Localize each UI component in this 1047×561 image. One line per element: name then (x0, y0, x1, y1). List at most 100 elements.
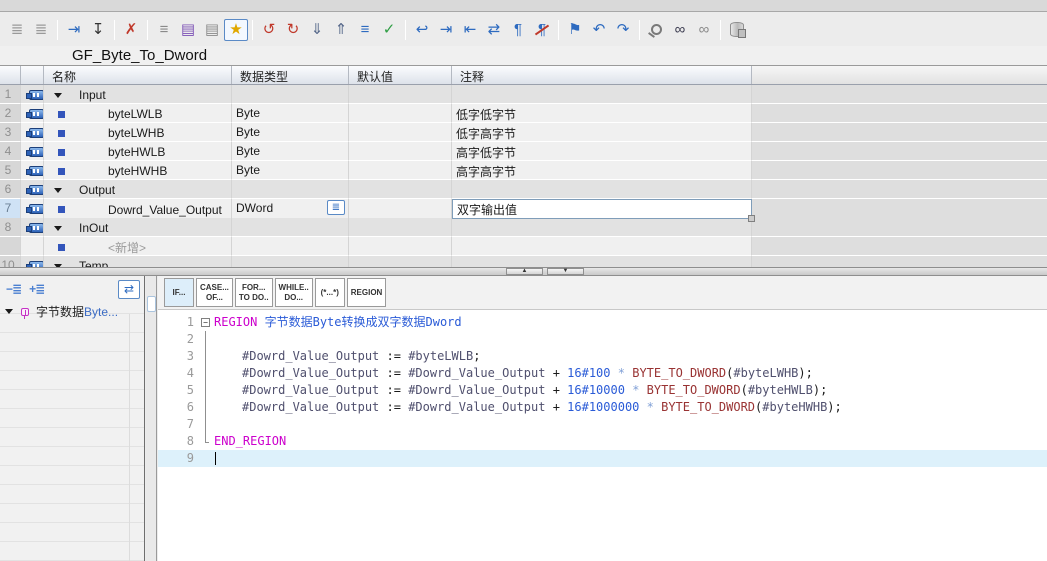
delete-icon[interactable]: ✗ (119, 19, 143, 41)
insert-row-icon[interactable]: ≣ (5, 19, 29, 41)
renumber-icon[interactable]: ⇄ (482, 19, 506, 41)
row-number[interactable]: 1 (0, 85, 21, 104)
expand-members-icon[interactable]: ≡ (353, 19, 377, 41)
outdent-icon[interactable]: ⇤ (458, 19, 482, 41)
set-bookmark-icon[interactable]: ⚑ (563, 19, 587, 41)
previous-bookmark-icon[interactable]: ↶ (587, 19, 611, 41)
indent-icon[interactable]: ⇥ (434, 19, 458, 41)
collapse-triangle-icon[interactable] (54, 226, 62, 231)
datatype-cell[interactable]: Byte (232, 104, 349, 123)
splitter-collapse-down-button[interactable]: ▼ (547, 268, 584, 275)
tree-collapse-triangle-icon[interactable] (5, 309, 13, 314)
collapse-triangle-icon[interactable] (54, 188, 62, 193)
member-bullet-icon (58, 168, 65, 175)
code-line[interactable]: 5#Dowrd_Value_Output := #Dowrd_Value_Out… (158, 382, 1047, 399)
table-row-dowrd-value-output: 7 Dowrd_Value_Output DWord≣ 双字输出值 (0, 199, 1047, 218)
expand-all-icon[interactable]: +≣ (29, 282, 44, 296)
default-cell[interactable] (349, 161, 452, 180)
cell-resize-grip[interactable] (748, 215, 755, 222)
scl-editor: IF... CASE...OF... FOR...TO DO.. WHILE..… (158, 276, 1047, 561)
comment-cell-editing[interactable]: 双字输出值 (452, 199, 752, 219)
default-cell[interactable] (349, 104, 452, 123)
uncomment-icon[interactable]: ¶ (530, 19, 554, 41)
upload-icon[interactable]: ⇑ (329, 19, 353, 41)
region-bracket (205, 399, 206, 416)
default-cell[interactable] (349, 142, 452, 161)
row-number[interactable]: 9 (0, 237, 21, 256)
load-start-values-icon[interactable]: ★ (224, 19, 248, 41)
comment-icon[interactable]: ¶ (506, 19, 530, 41)
block-protection-icon[interactable] (725, 19, 749, 41)
copy-snapshots-icon[interactable]: ▤ (200, 19, 224, 41)
snippet-comment-button[interactable]: (*...*) (315, 278, 345, 307)
member-bullet-icon (58, 244, 65, 251)
snippet-region-button[interactable]: REGION (347, 278, 387, 307)
code-line[interactable]: 4#Dowrd_Value_Output := #Dowrd_Value_Out… (158, 365, 1047, 382)
collapse-triangle-icon[interactable] (54, 93, 62, 98)
toggle-split-view-icon[interactable]: ⇄ (118, 280, 140, 299)
snippet-while-button[interactable]: WHILE..DO... (275, 278, 313, 307)
datatype-cell[interactable]: Byte (232, 142, 349, 161)
add-new-placeholder[interactable]: <新增> (70, 239, 146, 256)
row-number[interactable]: 2 (0, 104, 21, 123)
row-number[interactable]: 3 (0, 123, 21, 142)
check-consistency-icon[interactable]: ✓ (377, 19, 401, 41)
code-line[interactable]: 1−REGION 字节数据Byte转换成双字数据Dword (158, 314, 1047, 331)
download-icon[interactable]: ⇓ (305, 19, 329, 41)
member-bullet-icon (58, 149, 65, 156)
row-number[interactable]: 5 (0, 161, 21, 180)
splitter-collapse-handle[interactable] (147, 296, 156, 312)
monitor-on-icon[interactable]: ∞ (668, 19, 692, 41)
region-tree-item[interactable]: 字节数据 Byte... (0, 302, 144, 321)
snippet-for-button[interactable]: FOR...TO DO.. (235, 278, 273, 307)
comment-cell[interactable]: 高字高字节 (452, 161, 752, 180)
line-number: 4 (158, 365, 194, 382)
table-row-input: 1 Input (0, 85, 1047, 104)
snippet-if-button[interactable]: IF... (164, 278, 194, 307)
code-line[interactable]: 2 (158, 331, 1047, 348)
row-number[interactable]: 10 (0, 256, 21, 267)
horizontal-splitter[interactable]: ▲ ▼ (0, 267, 1047, 276)
monitor-off-icon[interactable]: ∞ (692, 19, 716, 41)
row-number[interactable]: 8 (0, 218, 21, 237)
table-row-inout: 8 InOut (0, 218, 1047, 237)
code-line[interactable]: 3#Dowrd_Value_Output := #byteLWLB; (158, 348, 1047, 365)
find-icon[interactable] (644, 19, 668, 41)
import-icon[interactable]: ↧ (86, 19, 110, 41)
clear-actual-values-icon[interactable]: ↻ (281, 19, 305, 41)
collapse-all-icon[interactable]: −≣ (6, 282, 21, 296)
reset-start-values-icon[interactable]: ↺ (257, 19, 281, 41)
comment-cell[interactable]: 低字高字节 (452, 123, 752, 142)
title-row: GF_Byte_To_Dword (0, 46, 1047, 65)
datatype-cell[interactable]: Byte (232, 123, 349, 142)
insert-row-below-icon[interactable]: ≣ (29, 19, 53, 41)
header-comment: 注释 (452, 66, 752, 84)
panel-toolbar: −≣ +≣ ⇄ (0, 276, 144, 300)
code-line[interactable]: 8END_REGION (158, 433, 1047, 450)
snippet-case-button[interactable]: CASE...OF... (196, 278, 233, 307)
default-cell[interactable] (349, 199, 452, 219)
snapshot-icon[interactable]: ▤ (176, 19, 200, 41)
code-line[interactable]: 6#Dowrd_Value_Output := #Dowrd_Value_Out… (158, 399, 1047, 416)
fold-region-icon[interactable]: − (201, 318, 210, 327)
table-row-add-new: 9 <新增> (0, 237, 1047, 256)
row-number[interactable]: 6 (0, 180, 21, 199)
keep-actual-values-icon[interactable]: ≡ (152, 19, 176, 41)
table-row-bytehwlb: 4 byteHWLB Byte 高字低字节 (0, 142, 1047, 161)
splitter-collapse-up-button[interactable]: ▲ (506, 268, 543, 275)
table-row-output: 6 Output (0, 180, 1047, 199)
comment-cell[interactable]: 低字低字节 (452, 104, 752, 123)
vertical-splitter[interactable] (146, 276, 157, 561)
navigate-back-icon[interactable]: ↩ (410, 19, 434, 41)
default-cell[interactable] (349, 123, 452, 142)
code-line[interactable]: 7 (158, 416, 1047, 433)
code-line[interactable]: 9 (158, 450, 1047, 467)
next-bookmark-icon[interactable]: ↷ (611, 19, 635, 41)
comment-cell[interactable]: 高字低字节 (452, 142, 752, 161)
add-new-element-icon[interactable]: ⇥ (62, 19, 86, 41)
row-number[interactable]: 7 (0, 199, 21, 219)
code-area[interactable]: 1−REGION 字节数据Byte转换成双字数据Dword23#Dowrd_Va… (158, 311, 1047, 561)
row-number[interactable]: 4 (0, 142, 21, 161)
datatype-cell[interactable]: Byte (232, 161, 349, 180)
type-picker-button[interactable]: ≣ (327, 200, 345, 215)
